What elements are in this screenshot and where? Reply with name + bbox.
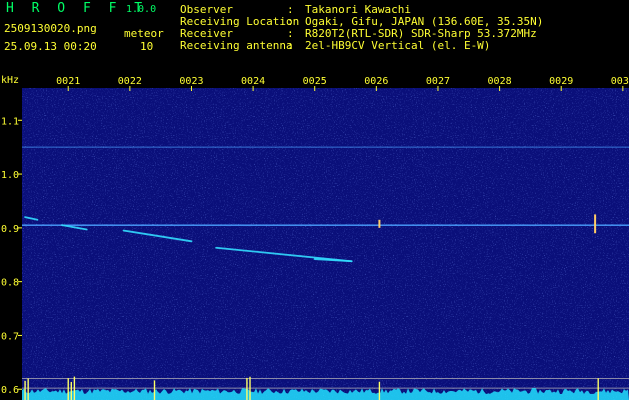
y-tick-label: 0.9 [1,224,19,235]
app-version: 1.0.0 [126,4,157,15]
x-tick-label: 0022 [118,76,142,87]
x-tick-label: 0025 [303,76,327,87]
x-tick-label: 0021 [56,76,80,87]
y-axis-unit: kHz [1,75,19,86]
capture-datetime: 25.09.13 00:20 [4,40,97,53]
x-tick-label: 0027 [426,76,450,87]
hrofft-window: { "header": { "brand": "H R O F F T", "v… [0,0,629,400]
antenna-separator: : [287,39,294,52]
y-tick-label: 0.8 [1,278,19,289]
x-tick-label: 0029 [549,76,573,87]
x-tick-label: 0030 [611,76,629,87]
x-tick-label: 0024 [241,76,265,87]
header-panel: H R O F F T 1.0.0 2509130020.png meteor … [0,0,629,72]
x-tick-label: 0028 [488,76,512,87]
antenna-label: Receiving antenna [180,39,293,52]
spectrogram: kHz 0021 0022 0023 0024 0025 0026 0027 0028 0029… [0,72,629,400]
x-tick-label: 0023 [179,76,203,87]
y-tick-label: 1.1 [1,116,19,127]
antenna-value: 2el-HB9CV Vertical (el. E-W) [305,39,491,52]
meteor-count: 10 [140,40,154,53]
image-filename: 2509130020.png [4,22,97,35]
y-tick-label: 0.7 [1,331,19,342]
x-tick-label: 0026 [364,76,388,87]
y-tick-label: 0.6 [1,385,19,396]
spectrogram-noise [22,88,629,400]
y-tick-label: 1.0 [1,170,19,181]
meteor-label: meteor [124,27,164,40]
